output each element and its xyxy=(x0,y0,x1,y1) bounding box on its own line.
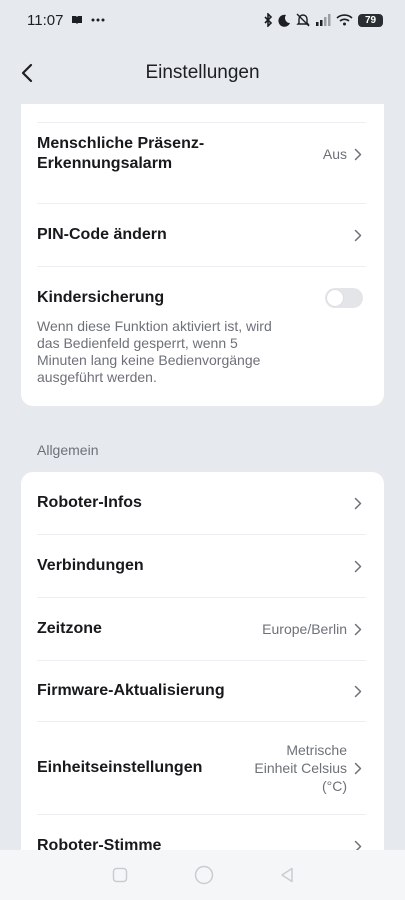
more-dots-icon xyxy=(91,18,105,22)
divider xyxy=(37,266,366,267)
row-label: Roboter-Stimme xyxy=(37,837,162,850)
back-icon[interactable] xyxy=(280,867,294,883)
row-pin-code[interactable]: PIN-Code ändern xyxy=(21,204,384,266)
chevron-right-icon xyxy=(353,228,363,242)
recent-apps-icon[interactable] xyxy=(112,867,128,883)
row-presence-alarm[interactable]: Menschliche Präsenz-Erkennungsalarm Aus xyxy=(21,123,384,185)
row-label: Einheitseinstellungen xyxy=(37,759,203,776)
row-right: Europe/Berlin xyxy=(262,620,363,638)
child-lock-description: Wenn diese Funktion aktiviert ist, wird … xyxy=(37,318,272,385)
home-icon[interactable] xyxy=(194,865,214,885)
battery-icon: 79 xyxy=(358,13,383,27)
toggle-knob xyxy=(327,290,343,306)
child-lock-toggle[interactable] xyxy=(325,288,363,308)
notification-icon xyxy=(71,15,83,25)
row-value: Aus xyxy=(322,146,347,162)
row-firmware[interactable]: Firmware-Aktualisierung xyxy=(21,661,384,721)
mute-icon xyxy=(296,13,310,27)
row-right xyxy=(353,839,363,850)
row-right xyxy=(353,228,363,242)
row-right xyxy=(353,496,363,510)
row-right: Aus xyxy=(323,145,363,163)
row-label: Verbindungen xyxy=(37,557,144,574)
row-robot-voice[interactable]: Roboter-Stimme xyxy=(21,815,384,850)
bluetooth-icon xyxy=(263,13,273,27)
chevron-right-icon xyxy=(353,684,363,698)
row-label: Kindersicherung xyxy=(37,289,165,306)
signal-icon xyxy=(315,14,331,26)
row-label: Zeitzone xyxy=(37,620,102,637)
chevron-right-icon xyxy=(353,559,363,573)
row-right xyxy=(353,684,363,698)
back-button[interactable] xyxy=(12,58,42,88)
settings-card-device: Menschliche Präsenz-Erkennungsalarm Aus … xyxy=(21,104,384,406)
status-bar-left: 11:07 xyxy=(27,12,105,29)
row-value: Europe/Berlin xyxy=(262,621,347,637)
page-title: Einstellungen xyxy=(145,62,260,83)
row-robot-info[interactable]: Roboter-Infos xyxy=(21,472,384,534)
app-header: Einstellungen xyxy=(0,50,405,96)
status-bar-right: 79 xyxy=(263,13,383,27)
row-timezone[interactable]: Zeitzone Europe/Berlin xyxy=(21,598,384,660)
status-bar: 11:07 79 xyxy=(0,0,405,40)
chevron-right-icon xyxy=(353,496,363,510)
settings-scroll[interactable]: Menschliche Präsenz-Erkennungsalarm Aus … xyxy=(0,104,405,850)
section-header-general: Allgemein xyxy=(37,442,99,458)
moon-icon xyxy=(278,14,291,27)
row-unit-settings[interactable]: Einheitseinstellungen Metrische Einheit … xyxy=(21,722,384,814)
row-value: Metrische Einheit Celsius (°C) xyxy=(254,742,347,794)
status-time: 11:07 xyxy=(27,11,64,29)
row-label: Roboter-Infos xyxy=(37,494,142,511)
row-label: PIN-Code ändern xyxy=(37,226,167,243)
settings-card-general: Roboter-Infos Verbindungen Zeitzone Euro… xyxy=(21,472,384,850)
row-label: Firmware-Aktualisierung xyxy=(37,682,225,699)
chevron-right-icon xyxy=(353,839,363,850)
row-label: Menschliche Präsenz-Erkennungsalarm xyxy=(37,135,205,172)
row-right: Metrische Einheit Celsius (°C) xyxy=(247,741,363,795)
system-nav-bar xyxy=(0,850,405,900)
chevron-right-icon xyxy=(353,622,363,636)
chevron-left-icon xyxy=(21,63,33,83)
wifi-icon xyxy=(336,14,353,26)
row-right xyxy=(353,559,363,573)
chevron-right-icon xyxy=(353,761,363,775)
chevron-right-icon xyxy=(353,147,363,161)
row-connections[interactable]: Verbindungen xyxy=(21,535,384,597)
